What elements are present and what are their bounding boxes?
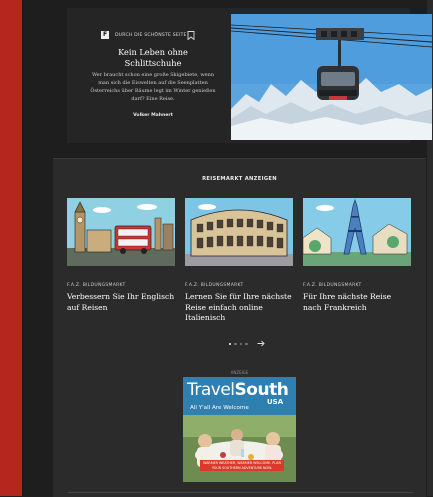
article-kicker: F DURCH DIE SCHÖNSTE SEITE <box>101 31 187 39</box>
article-title[interactable]: Kein Leben ohne Schlittschuhe <box>95 47 211 69</box>
carousel-dot[interactable] <box>245 343 248 346</box>
divider <box>68 492 413 493</box>
ad-brand-travel: Travel <box>187 380 235 400</box>
cable-car-image[interactable] <box>231 14 432 140</box>
reisemarkt-card[interactable]: F.A.Z. BILDUNGSMARKT Für Ihre nächste Re… <box>302 198 411 313</box>
bookmark-icon[interactable] <box>187 31 195 40</box>
picnic-photo <box>183 415 296 482</box>
card-category: F.A.Z. BILDUNGSMARKT <box>185 283 244 288</box>
arrow-right-icon[interactable] <box>257 340 265 347</box>
ad-cta[interactable]: WARMER WEATHER, WARMER WELCOME. PLAN YOU… <box>200 460 284 472</box>
travel-south-ad[interactable]: TravelSouth USA All Y'all Are Welcome WA… <box>183 377 296 482</box>
section-title: REISEMARKT ANZEIGEN <box>202 176 277 182</box>
reisemarkt-card[interactable]: F.A.Z. BILDUNGSMARKT Verbessern Sie Ihr … <box>67 198 175 313</box>
article-teaser: Wer braucht schon eine große Skigebiete,… <box>90 72 216 102</box>
carousel-dot[interactable] <box>229 343 232 346</box>
ad-brand-usa: USA <box>267 398 284 406</box>
kicker-label: DURCH DIE SCHÖNSTE SEITE <box>115 32 187 38</box>
card-headline[interactable]: Lernen Sie für Ihre nächste Reise einfac… <box>185 292 293 324</box>
card-headline[interactable]: Für Ihre nächste Reise nach Frankreich <box>303 292 411 313</box>
carousel-dots <box>229 343 248 346</box>
ad-brand: TravelSouth <box>187 380 289 400</box>
paris-illustration <box>302 198 411 266</box>
main-content: F DURCH DIE SCHÖNSTE SEITE Kein Leben oh… <box>22 0 432 497</box>
reisemarkt-card[interactable]: F.A.Z. BILDUNGSMARKT Lernen Sie für Ihre… <box>185 198 293 324</box>
london-illustration <box>67 198 175 266</box>
card-category: F.A.Z. BILDUNGSMARKT <box>67 283 126 288</box>
article-author: Volker Mahnert <box>133 113 173 118</box>
featured-article[interactable]: F DURCH DIE SCHÖNSTE SEITE Kein Leben oh… <box>67 8 432 143</box>
ad-label: ANZEIGE <box>230 370 249 375</box>
reisemarkt-section: REISEMARKT ANZEIGEN F.A.Z. BILDUNGSMARKT… <box>53 158 426 497</box>
faz-logo-icon: F <box>101 31 109 39</box>
ad-tagline: All Y'all Are Welcome <box>190 405 249 411</box>
colosseum-illustration <box>185 198 293 266</box>
ad-brand-south: South <box>234 380 289 400</box>
card-category: F.A.Z. BILDUNGSMARKT <box>303 283 362 288</box>
card-headline[interactable]: Verbessern Sie Ihr Englisch auf Reisen <box>67 292 175 313</box>
carousel-dot[interactable] <box>239 343 243 346</box>
carousel-dot[interactable] <box>234 343 237 346</box>
accent-bar <box>0 0 22 496</box>
